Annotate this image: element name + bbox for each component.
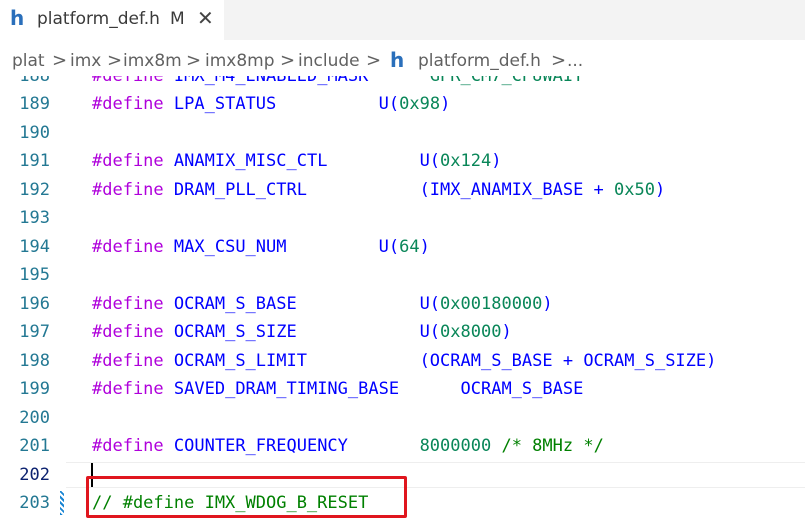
line-code: #define COUNTER_FREQUENCY 8000000 /* 8MH…	[92, 436, 604, 456]
macro-name: OCRAM_S_LIMIT	[173, 350, 307, 371]
line-code: #define LPA_STATUS U(0x98)	[92, 94, 450, 114]
define-keyword: #define	[92, 322, 164, 342]
code-line[interactable]: 198 #define OCRAM_S_LIMIT (OCRAM_S_BASE …	[0, 347, 805, 375]
define-keyword: #define	[92, 94, 164, 114]
line-code: #define SAVED_DRAM_TIMING_BASE OCRAM_S_B…	[92, 379, 583, 399]
line-number: 203	[19, 493, 50, 513]
line-code: #define OCRAM_S_BASE U(0x00180000)	[92, 294, 553, 314]
code-line[interactable]: 201 #define COUNTER_FREQUENCY 8000000 /*…	[0, 432, 805, 460]
chevron-right-icon: >	[366, 50, 382, 71]
line-code: #define OCRAM_S_LIMIT (OCRAM_S_BASE + OC…	[92, 351, 716, 371]
breadcrumb-item-include[interactable]: include	[298, 51, 360, 71]
hex-literal: 0x50	[614, 179, 655, 200]
line-number: 198	[19, 350, 50, 371]
code-line[interactable]: 192 #define DRAM_PLL_CTRL (IMX_ANAMIX_BA…	[0, 176, 805, 204]
line-code: #define OCRAM_S_SIZE U(0x8000)	[92, 322, 512, 342]
chevron-right-icon: >	[107, 50, 123, 71]
code-line[interactable]: 196 #define OCRAM_S_BASE U(0x00180000)	[0, 290, 805, 318]
modified-indicator: M	[170, 9, 185, 29]
chevron-right-icon: >	[551, 50, 567, 71]
line-number: 199	[19, 379, 50, 399]
macro-value: (IMX_ANAMIX_BASE + 0x50)	[419, 179, 666, 200]
inline-comment: /* 8MHz */	[501, 436, 604, 456]
define-keyword: #define	[92, 350, 164, 371]
macro-value: (OCRAM_S_BASE + OCRAM_S_SIZE)	[419, 350, 717, 371]
hex-literal: 0x00180000	[440, 293, 543, 314]
line-code: #define DRAM_PLL_CTRL (IMX_ANAMIX_BASE +…	[92, 180, 665, 200]
macro-name: OCRAM_S_BASE	[173, 293, 297, 314]
macro-name: COUNTER_FREQUENCY	[173, 436, 348, 456]
code-line[interactable]: 195	[0, 261, 805, 289]
define-keyword: #define	[92, 179, 164, 200]
macro-value: U(0x124)	[419, 151, 502, 171]
code-line[interactable]: 200	[0, 404, 805, 432]
macro-value: U(0x98)	[378, 94, 451, 114]
close-icon[interactable]: ✕	[197, 6, 214, 30]
tab-bar: h platform_def.h M ✕	[0, 0, 805, 40]
line-number: 190	[19, 122, 50, 143]
macro-value: OCRAM_S_BASE	[460, 379, 584, 399]
code-line[interactable]: 190	[0, 119, 805, 147]
hex-literal: 0x124	[440, 151, 492, 171]
breadcrumb-item-imx[interactable]: imx	[70, 51, 101, 71]
line-number: 195	[19, 265, 50, 285]
chevron-right-icon: >	[280, 50, 296, 71]
line-number: 196	[19, 293, 50, 314]
breadcrumb-item-imx8mp[interactable]: imx8mp	[205, 51, 275, 71]
line-code: #define ANAMIX_MISC_CTL U(0x124)	[92, 151, 501, 171]
line-number: 192	[19, 179, 50, 200]
define-keyword: #define	[92, 236, 164, 257]
chevron-right-icon: >	[186, 50, 202, 71]
macro-name: ANAMIX_MISC_CTL	[173, 151, 328, 171]
line-number: 194	[19, 236, 50, 257]
macro-name: DRAM_PLL_CTRL	[173, 179, 307, 200]
line-number: 202	[19, 464, 50, 485]
breadcrumb-item-plat[interactable]: plat	[12, 51, 45, 71]
tab-platform-def[interactable]: h platform_def.h M ✕	[0, 0, 224, 40]
macro-value: 8000000	[419, 436, 492, 456]
number-literal: 64	[399, 236, 420, 257]
code-line[interactable]: 197 #define OCRAM_S_SIZE U(0x8000)	[0, 318, 805, 346]
line-number: 201	[19, 436, 50, 456]
macro-name: OCRAM_S_SIZE	[173, 322, 297, 342]
annotation-highlight-box	[86, 476, 407, 518]
code-line[interactable]: 191 #define ANAMIX_MISC_CTL U(0x124)	[0, 147, 805, 175]
define-keyword: #define	[92, 436, 164, 456]
git-modified-indicator[interactable]	[60, 491, 64, 515]
define-keyword: #define	[92, 379, 164, 399]
tab-title: platform_def.h	[37, 9, 160, 29]
code-line[interactable]: 189 #define LPA_STATUS U(0x98)	[0, 90, 805, 118]
macro-value: U(64)	[378, 236, 430, 257]
c-header-file-icon: h	[390, 48, 405, 72]
code-line[interactable]: 194 #define MAX_CSU_NUM U(64)	[0, 233, 805, 261]
c-header-file-icon: h	[10, 6, 25, 30]
breadcrumb-item-file[interactable]: platform_def.h	[418, 51, 541, 71]
breadcrumb-item-imx8m[interactable]: imx8m	[123, 51, 182, 71]
hex-literal: 0x98	[399, 94, 441, 114]
define-keyword: #define	[92, 293, 164, 314]
macro-name: LPA_STATUS	[173, 94, 277, 114]
code-line[interactable]: 199 #define SAVED_DRAM_TIMING_BASE OCRAM…	[0, 375, 805, 403]
code-editor[interactable]: 188 #define IMX_M4_ENABLED_MASK GPR_CM7_…	[0, 62, 805, 522]
macro-name: SAVED_DRAM_TIMING_BASE	[173, 379, 400, 399]
line-number: 193	[19, 208, 50, 228]
chevron-right-icon: >	[52, 50, 68, 71]
macro-value: U(0x8000)	[419, 322, 512, 342]
hex-literal: 0x8000	[440, 322, 502, 342]
line-number: 197	[19, 322, 50, 342]
breadcrumb-ellipsis[interactable]: ...	[567, 51, 583, 71]
macro-value: U(0x00180000)	[419, 293, 553, 314]
define-keyword: #define	[92, 151, 164, 171]
line-number: 200	[19, 407, 50, 428]
line-number: 189	[19, 94, 50, 114]
code-line[interactable]: 193	[0, 204, 805, 232]
breadcrumb: plat > imx > imx8m > imx8mp > include > …	[0, 40, 805, 76]
line-code: #define MAX_CSU_NUM U(64)	[92, 237, 430, 257]
macro-name: MAX_CSU_NUM	[173, 236, 287, 257]
line-number: 191	[19, 151, 50, 171]
